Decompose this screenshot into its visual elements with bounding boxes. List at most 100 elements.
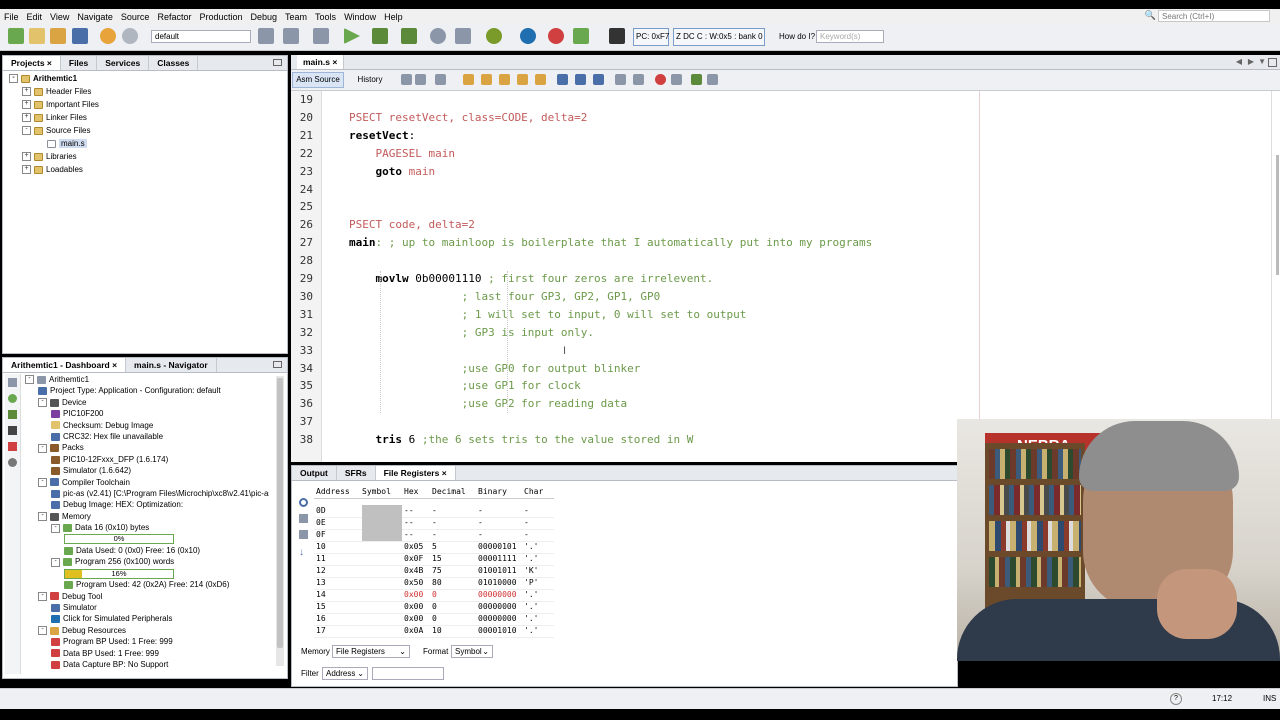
new-file-icon[interactable] xyxy=(29,28,45,44)
tab-scroll-right-icon[interactable]: ▶ xyxy=(1248,57,1254,66)
prev-bookmark-icon[interactable] xyxy=(557,74,568,85)
comment-icon[interactable] xyxy=(691,74,702,85)
table-row[interactable]: 0E -- - - - xyxy=(314,517,554,530)
redo-icon[interactable] xyxy=(122,28,138,44)
menu-team[interactable]: Team xyxy=(281,12,311,22)
make-icon[interactable] xyxy=(313,28,329,44)
undo-icon[interactable] xyxy=(100,28,116,44)
dashboard-item[interactable]: Checksum: Debug Image xyxy=(51,420,153,431)
tab-files[interactable]: Files xyxy=(61,56,98,70)
dashboard-item[interactable]: - Debug Tool xyxy=(38,591,102,602)
collapse-icon[interactable]: - xyxy=(51,557,60,567)
column-header[interactable]: Char xyxy=(524,487,543,496)
open-project-icon[interactable] xyxy=(50,28,66,44)
code-line[interactable]: ;use GP1 for clock xyxy=(349,379,581,392)
menu-edit[interactable]: Edit xyxy=(23,12,47,22)
dashboard-item[interactable]: 16% xyxy=(64,568,174,579)
collapse-icon[interactable]: - xyxy=(22,126,31,136)
dashboard-item[interactable]: - Debug Resources xyxy=(38,625,126,636)
collapse-icon[interactable]: - xyxy=(51,523,60,533)
dashboard-item[interactable]: Click for Simulated Peripherals xyxy=(51,613,172,624)
dashboard-item[interactable]: CRC32: Hex file unavailable xyxy=(51,431,163,442)
dashboard-item[interactable]: Debug Image: HEX: Optimization: xyxy=(51,499,183,510)
memory-select[interactable]: File Registers ⌄ xyxy=(332,645,410,658)
dashboard-item[interactable]: - Compiler Toolchain xyxy=(38,477,130,488)
dashboard-item[interactable]: - Device xyxy=(38,397,86,408)
format-select[interactable]: Symbol ⌄ xyxy=(451,645,493,658)
record-macro-icon[interactable] xyxy=(655,74,666,85)
collapse-icon[interactable]: - xyxy=(38,477,47,487)
menu-debug[interactable]: Debug xyxy=(247,12,282,22)
toggle-highlight-icon[interactable] xyxy=(535,74,546,85)
tab-classes[interactable]: Classes xyxy=(149,56,199,70)
menu-help[interactable]: Help xyxy=(380,12,407,22)
table-row[interactable]: 11 0x0F 15 00001111 '.' xyxy=(314,554,554,566)
code-area[interactable]: PSECT resetVect, class=CODE, delta=2 rese… xyxy=(291,91,1261,462)
tab-scroll-left-icon[interactable]: ◀ xyxy=(1236,57,1242,66)
save-all-icon[interactable] xyxy=(72,28,88,44)
dashboard-item[interactable]: - Program 256 (0x100) words xyxy=(51,556,174,567)
dashboard-item[interactable]: Program BP Used: 1 Free: 999 xyxy=(51,636,173,647)
settings-icon[interactable] xyxy=(8,378,17,387)
dashboard-item[interactable]: pic-as (v2.41) [C:\Program Files\Microch… xyxy=(51,488,269,499)
dashboard-item[interactable]: Project Type: Application - Configuratio… xyxy=(38,385,221,396)
tab-list-icon[interactable]: ▼ xyxy=(1258,57,1266,66)
dashboard-item[interactable]: - Packs xyxy=(38,442,84,453)
code-line[interactable]: ;use GP0 for output blinker xyxy=(349,362,641,375)
dashboard-item[interactable]: PIC10F200 xyxy=(51,408,103,419)
dashboard-item[interactable]: Data Used: 0 (0x0) Free: 16 (0x10) xyxy=(64,545,200,556)
program-device-icon[interactable] xyxy=(372,28,388,44)
menu-source[interactable]: Source xyxy=(117,12,154,22)
find-icon[interactable] xyxy=(299,498,308,507)
dashboard-item[interactable]: Data BP Used: 1 Free: 999 xyxy=(51,648,159,659)
mcc-icon[interactable] xyxy=(520,28,536,44)
expand-icon[interactable]: + xyxy=(22,165,31,175)
table-row[interactable]: 10 0x05 5 00000101 '.' xyxy=(314,542,554,554)
configuration-select[interactable]: default xyxy=(151,30,251,43)
toggle-bookmark-icon[interactable] xyxy=(593,74,604,85)
cart-icon[interactable] xyxy=(573,28,589,44)
close-icon[interactable]: × xyxy=(332,57,337,67)
project-tree-item[interactable]: + Important Files xyxy=(22,99,99,110)
terminal-icon[interactable] xyxy=(8,426,17,435)
editor-scrollbar[interactable] xyxy=(1276,155,1279,275)
code-line[interactable]: main: ; up to mainloop is boilerplate th… xyxy=(349,236,872,249)
dashboard-item[interactable]: Simulator xyxy=(51,602,97,613)
table-row[interactable]: 17 0x0A 10 00001010 '.' xyxy=(314,626,554,638)
code-line[interactable]: goto main xyxy=(349,165,435,178)
dashboard-item[interactable]: Program Used: 42 (0x2A) Free: 214 (0xD6) xyxy=(64,579,229,590)
project-tree-item[interactable]: main.s xyxy=(35,138,87,149)
log-icon[interactable] xyxy=(609,28,625,44)
debug-project-icon[interactable] xyxy=(455,28,471,44)
stop-macro-icon[interactable] xyxy=(671,74,682,85)
expand-icon[interactable]: + xyxy=(22,87,31,97)
collapse-icon[interactable]: - xyxy=(38,512,47,522)
close-icon[interactable]: × xyxy=(439,468,447,478)
expand-icon[interactable]: + xyxy=(22,100,31,110)
collapse-icon[interactable]: - xyxy=(9,74,18,84)
arrow-down-icon[interactable]: ↓ xyxy=(299,548,308,558)
project-tree-item[interactable]: + Loadables xyxy=(22,164,83,175)
project-tree-item[interactable]: + Libraries xyxy=(22,151,77,162)
code-line[interactable]: ; GP3 is input only. xyxy=(349,326,594,339)
uncomment-icon[interactable] xyxy=(707,74,718,85)
build-icon[interactable] xyxy=(258,28,274,44)
column-header[interactable]: Address xyxy=(316,487,350,496)
code-line[interactable]: ; last four GP3, GP2, GP1, GP0 xyxy=(349,290,661,303)
tab-services[interactable]: Services xyxy=(97,56,150,70)
minimize-icon[interactable] xyxy=(273,59,282,66)
table-row[interactable]: 13 0x50 80 01010000 'P' xyxy=(314,578,554,590)
menu-navigate[interactable]: Navigate xyxy=(73,12,117,22)
code-line[interactable]: PSECT resetVect, class=CODE, delta=2 xyxy=(349,111,587,124)
keyword-input[interactable]: Keyword(s) xyxy=(816,30,884,43)
tab-projects[interactable]: Projects × xyxy=(3,56,61,70)
harmony-icon[interactable] xyxy=(548,28,564,44)
run-icon[interactable] xyxy=(344,28,360,44)
dashboard-item[interactable]: Data Capture BP: No Support xyxy=(51,659,168,670)
tab-asm-source[interactable]: Asm Source xyxy=(292,72,344,88)
collapse-icon[interactable]: - xyxy=(25,375,34,385)
notifications-icon[interactable]: ? xyxy=(1170,693,1182,705)
hold-reset-icon[interactable] xyxy=(430,28,446,44)
tab-dashboard[interactable]: Arithemtic1 - Dashboard × xyxy=(3,358,127,372)
table-row[interactable]: 12 0x4B 75 01001011 'K' xyxy=(314,566,554,578)
